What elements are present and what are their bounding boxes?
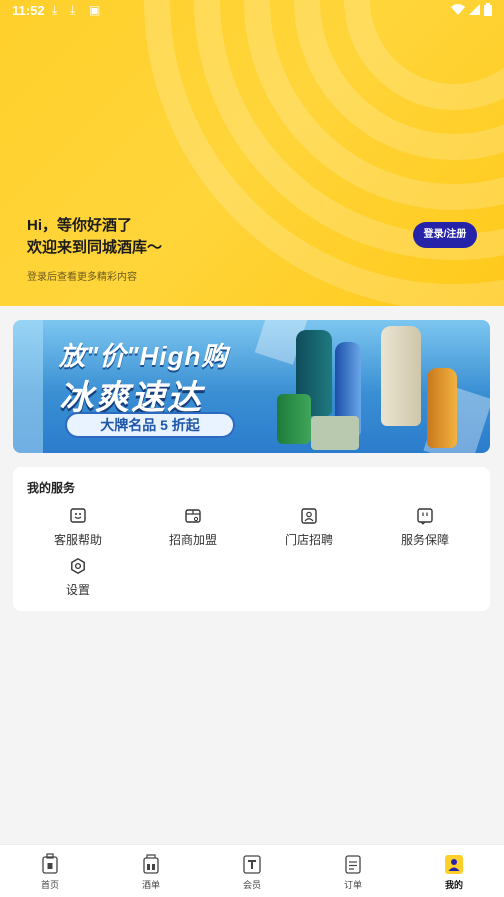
home-bottle-icon — [42, 853, 58, 874]
customer-service-icon — [70, 508, 86, 523]
bottom-tab-bar: 首页 酒单 会员 订单 我的 — [0, 844, 504, 897]
service-settings[interactable]: 设置 — [28, 557, 128, 598]
battery-icon — [484, 3, 492, 16]
tab-wine-list[interactable]: 酒单 — [121, 853, 181, 891]
tab-member[interactable]: 会员 — [222, 853, 282, 891]
recruit-icon — [301, 508, 317, 524]
greeting-line-1: Hi，等你好酒了 — [27, 217, 133, 234]
service-label: 设置 — [65, 583, 90, 597]
login-hint: 登录后查看更多精彩内容 — [27, 272, 137, 283]
signal-icon — [469, 4, 480, 15]
greeting: Hi，等你好酒了 欢迎来到同城酒库～ — [27, 215, 162, 259]
status-time: 11:52 — [12, 3, 45, 18]
franchise-icon — [185, 509, 201, 523]
tab-orders[interactable]: 订单 — [323, 853, 383, 891]
member-icon — [243, 855, 261, 874]
service-label: 服务保障 — [400, 533, 449, 547]
service-franchise[interactable]: 招商加盟 — [143, 507, 243, 548]
ice-decor — [13, 320, 43, 453]
tab-label: 酒单 — [141, 880, 160, 890]
bottle-image — [381, 326, 421, 426]
download-icon: ⤓ — [70, 3, 76, 17]
tab-label: 订单 — [343, 880, 362, 890]
service-label: 客服帮助 — [53, 533, 102, 547]
tab-label: 会员 — [242, 880, 261, 890]
guarantee-icon — [417, 508, 433, 525]
order-icon — [345, 855, 361, 874]
wifi-icon — [451, 4, 465, 15]
banner-headline: 放"价"High购 — [59, 341, 229, 371]
service-guarantee[interactable]: 服务保障 — [375, 507, 475, 548]
services-title: 我的服务 — [27, 481, 76, 495]
profile-header: 11:52 ⤓ ⤓ ▣ Hi，等你好酒了 欢迎来到同城酒库～ 登录后查看更多精彩… — [0, 0, 504, 306]
tab-label: 我的 — [444, 880, 463, 890]
can-image — [277, 394, 311, 444]
status-right — [451, 3, 492, 16]
promo-banner[interactable]: 放"价"High购 冰爽速达 大牌名品 5 折起 — [13, 320, 490, 453]
status-bar: 11:52 ⤓ ⤓ ▣ — [0, 0, 504, 22]
box-image — [311, 416, 359, 450]
banner-promo-pill: 大牌名品 5 折起 — [65, 412, 235, 438]
tab-home[interactable]: 首页 — [20, 853, 80, 891]
login-register-button[interactable]: 登录/注册 — [413, 222, 477, 248]
service-label: 招商加盟 — [168, 533, 217, 547]
my-services-card: 我的服务 客服帮助 招商加盟 门店招聘 服务保障 设置 — [13, 467, 490, 611]
service-store-recruit[interactable]: 门店招聘 — [259, 507, 359, 548]
tab-label: 首页 — [40, 880, 59, 890]
settings-icon — [71, 557, 85, 575]
greeting-line-2: 欢迎来到同城酒库～ — [27, 239, 163, 256]
service-label: 门店招聘 — [284, 533, 333, 547]
tab-profile[interactable]: 我的 — [424, 853, 484, 891]
app-notification-icon: ▣ — [89, 3, 101, 17]
bottle-image — [427, 368, 457, 448]
wine-list-icon — [143, 854, 159, 874]
service-customer-help[interactable]: 客服帮助 — [28, 507, 128, 548]
profile-icon — [445, 855, 463, 874]
download-icon: ⤓ — [52, 3, 58, 17]
